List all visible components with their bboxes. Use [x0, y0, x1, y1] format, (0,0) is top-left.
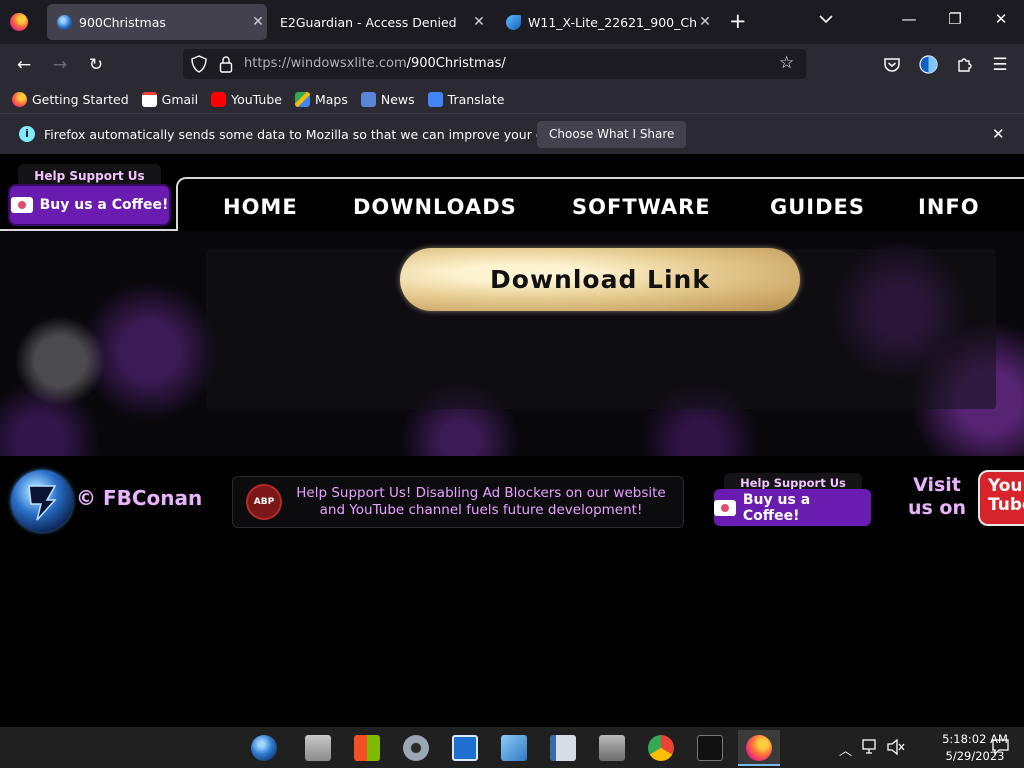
- notifications-icon[interactable]: [992, 739, 1009, 755]
- close-tab-icon[interactable]: ✕: [249, 14, 267, 30]
- start-button[interactable]: [243, 730, 285, 766]
- choose-what-i-share-button[interactable]: Choose What I Share: [537, 121, 687, 148]
- coffee-cup-icon: [10, 197, 33, 213]
- forward-icon[interactable]: →: [47, 52, 73, 78]
- tab-e2guardian[interactable]: E2Guardian - Access Denied ✕: [270, 4, 488, 40]
- data-collection-notification: i Firefox automatically sends some data …: [0, 113, 1024, 154]
- site-footer: © FBConan ABP Help Support Us! Disabling…: [0, 456, 1024, 536]
- info-icon: i: [19, 126, 35, 142]
- tab-strip: 900Christmas ✕ E2Guardian - Access Denie…: [0, 0, 1024, 44]
- close-tab-icon[interactable]: ✕: [470, 14, 488, 30]
- taskbar-app-book[interactable]: [542, 730, 584, 766]
- tab-title: 900Christmas: [79, 14, 166, 30]
- account-icon[interactable]: [919, 55, 938, 74]
- taskbar-store[interactable]: [346, 730, 388, 766]
- firefox-icon: [746, 735, 772, 761]
- microsoft-store-icon: [354, 735, 380, 761]
- translate-icon: [427, 91, 443, 107]
- menu-hamburger-icon[interactable]: ☰: [987, 52, 1013, 78]
- menu-home[interactable]: HOME: [223, 195, 298, 219]
- tab-title: W11_X-Lite_22621_900_Christm: [528, 14, 696, 30]
- bookmark-maps[interactable]: Maps: [294, 91, 348, 107]
- settings-gear-icon: [403, 735, 429, 761]
- tracking-protection-shield-icon[interactable]: [191, 55, 207, 73]
- list-all-tabs-icon[interactable]: [818, 11, 834, 27]
- edge-favicon-icon: [506, 14, 521, 30]
- youtube-icon: [211, 91, 227, 107]
- taskbar-file-explorer[interactable]: [297, 730, 339, 766]
- bookmark-youtube[interactable]: YouTube: [211, 91, 282, 107]
- extensions-icon[interactable]: [956, 56, 973, 73]
- bookmark-star-icon[interactable]: ☆: [779, 53, 794, 73]
- windows-orb-icon: [251, 735, 277, 761]
- chrome-icon: [648, 735, 674, 761]
- close-window-icon[interactable]: ✕: [989, 10, 1013, 28]
- adblock-plus-icon: ABP: [246, 484, 282, 520]
- web-page: Help Support Us Buy us a Coffee! HOME DO…: [0, 155, 1024, 727]
- window-app-icon: [452, 735, 478, 761]
- taskbar-settings[interactable]: [395, 730, 437, 766]
- minimize-icon[interactable]: —: [897, 10, 921, 28]
- adblock-message: Help Support Us! Disabling Ad Blockers o…: [296, 485, 666, 518]
- site-menu: HOME DOWNLOADS SOFTWARE GUIDES INFO: [176, 177, 1024, 231]
- fbconan-logo[interactable]: [11, 470, 73, 532]
- firefox-logo-icon[interactable]: [10, 13, 28, 31]
- adblock-notice: ABP Help Support Us! Disabling Ad Blocke…: [232, 476, 684, 528]
- address-bar[interactable]: https://windowsxlite.com/900Christmas/ ☆: [183, 49, 806, 79]
- taskbar-chrome[interactable]: [640, 730, 682, 766]
- reload-icon[interactable]: ↻: [83, 52, 109, 78]
- taskbar-app-blue[interactable]: [444, 730, 486, 766]
- notification-message: Firefox automatically sends some data to…: [44, 127, 610, 142]
- coffee-cup-icon: [714, 499, 736, 516]
- volume-muted-icon[interactable]: [887, 739, 905, 755]
- disk-tool-icon: [599, 735, 625, 761]
- bookmark-getting-started[interactable]: Getting Started: [12, 91, 129, 107]
- menu-software[interactable]: SOFTWARE: [572, 195, 711, 219]
- command-prompt-icon: [697, 735, 723, 761]
- taskbar-terminal[interactable]: [689, 730, 731, 766]
- menu-info[interactable]: INFO: [918, 195, 980, 219]
- new-tab-icon[interactable]: +: [729, 11, 747, 32]
- taskbar-disk-tool[interactable]: [591, 730, 633, 766]
- youtube-logo[interactable]: You Tube: [978, 470, 1024, 526]
- bookmark-news[interactable]: News: [360, 91, 415, 107]
- news-icon: [360, 91, 376, 107]
- tab-900christmas[interactable]: 900Christmas ✕: [47, 4, 267, 40]
- windows-taskbar: ︿ 5:18:02 AM 5/29/2023: [0, 727, 1024, 768]
- fbconan-brand: © FBConan: [76, 486, 203, 510]
- tab-title: E2Guardian - Access Denied: [280, 14, 457, 30]
- visit-youtube-text: Visit us on: [907, 474, 967, 519]
- restore-icon[interactable]: ❐: [943, 10, 967, 28]
- buy-coffee-button[interactable]: Buy us a Coffee!: [714, 489, 871, 526]
- download-link-button[interactable]: Download Link: [400, 248, 800, 311]
- network-icon[interactable]: [862, 739, 880, 755]
- file-explorer-icon: [305, 735, 331, 761]
- maps-icon: [294, 91, 310, 107]
- taskbar-control-panel[interactable]: [493, 730, 535, 766]
- control-panel-icon: [501, 735, 527, 761]
- url-text[interactable]: https://windowsxlite.com/900Christmas/: [244, 56, 506, 71]
- close-tab-icon[interactable]: ✕: [696, 14, 714, 30]
- lock-icon[interactable]: [219, 55, 233, 73]
- firefox-icon: [12, 91, 27, 107]
- pocket-icon[interactable]: [883, 57, 901, 73]
- tab-w11-xlite[interactable]: W11_X-Lite_22621_900_Christm ✕: [496, 4, 714, 40]
- navigation-toolbar: ← → ↻ https://windowsxlite.com/900Christ…: [0, 44, 1024, 85]
- taskbar-firefox[interactable]: [738, 730, 780, 766]
- menu-guides[interactable]: GUIDES: [770, 195, 865, 219]
- book-app-icon: [550, 735, 576, 761]
- site-favicon-icon: [57, 14, 72, 30]
- close-notification-icon[interactable]: ✕: [992, 125, 1005, 143]
- gmail-icon: [141, 91, 157, 107]
- show-hidden-icons-icon[interactable]: ︿: [839, 740, 852, 759]
- bookmark-gmail[interactable]: Gmail: [141, 91, 198, 107]
- buy-coffee-button[interactable]: Buy us a Coffee!: [10, 186, 169, 224]
- fbconan-emblem-icon: [28, 485, 57, 521]
- bookmarks-toolbar: Getting Started Gmail YouTube Maps News …: [0, 85, 1024, 113]
- back-icon[interactable]: ←: [11, 52, 37, 78]
- bookmark-translate[interactable]: Translate: [427, 91, 504, 107]
- menu-downloads[interactable]: DOWNLOADS: [353, 195, 517, 219]
